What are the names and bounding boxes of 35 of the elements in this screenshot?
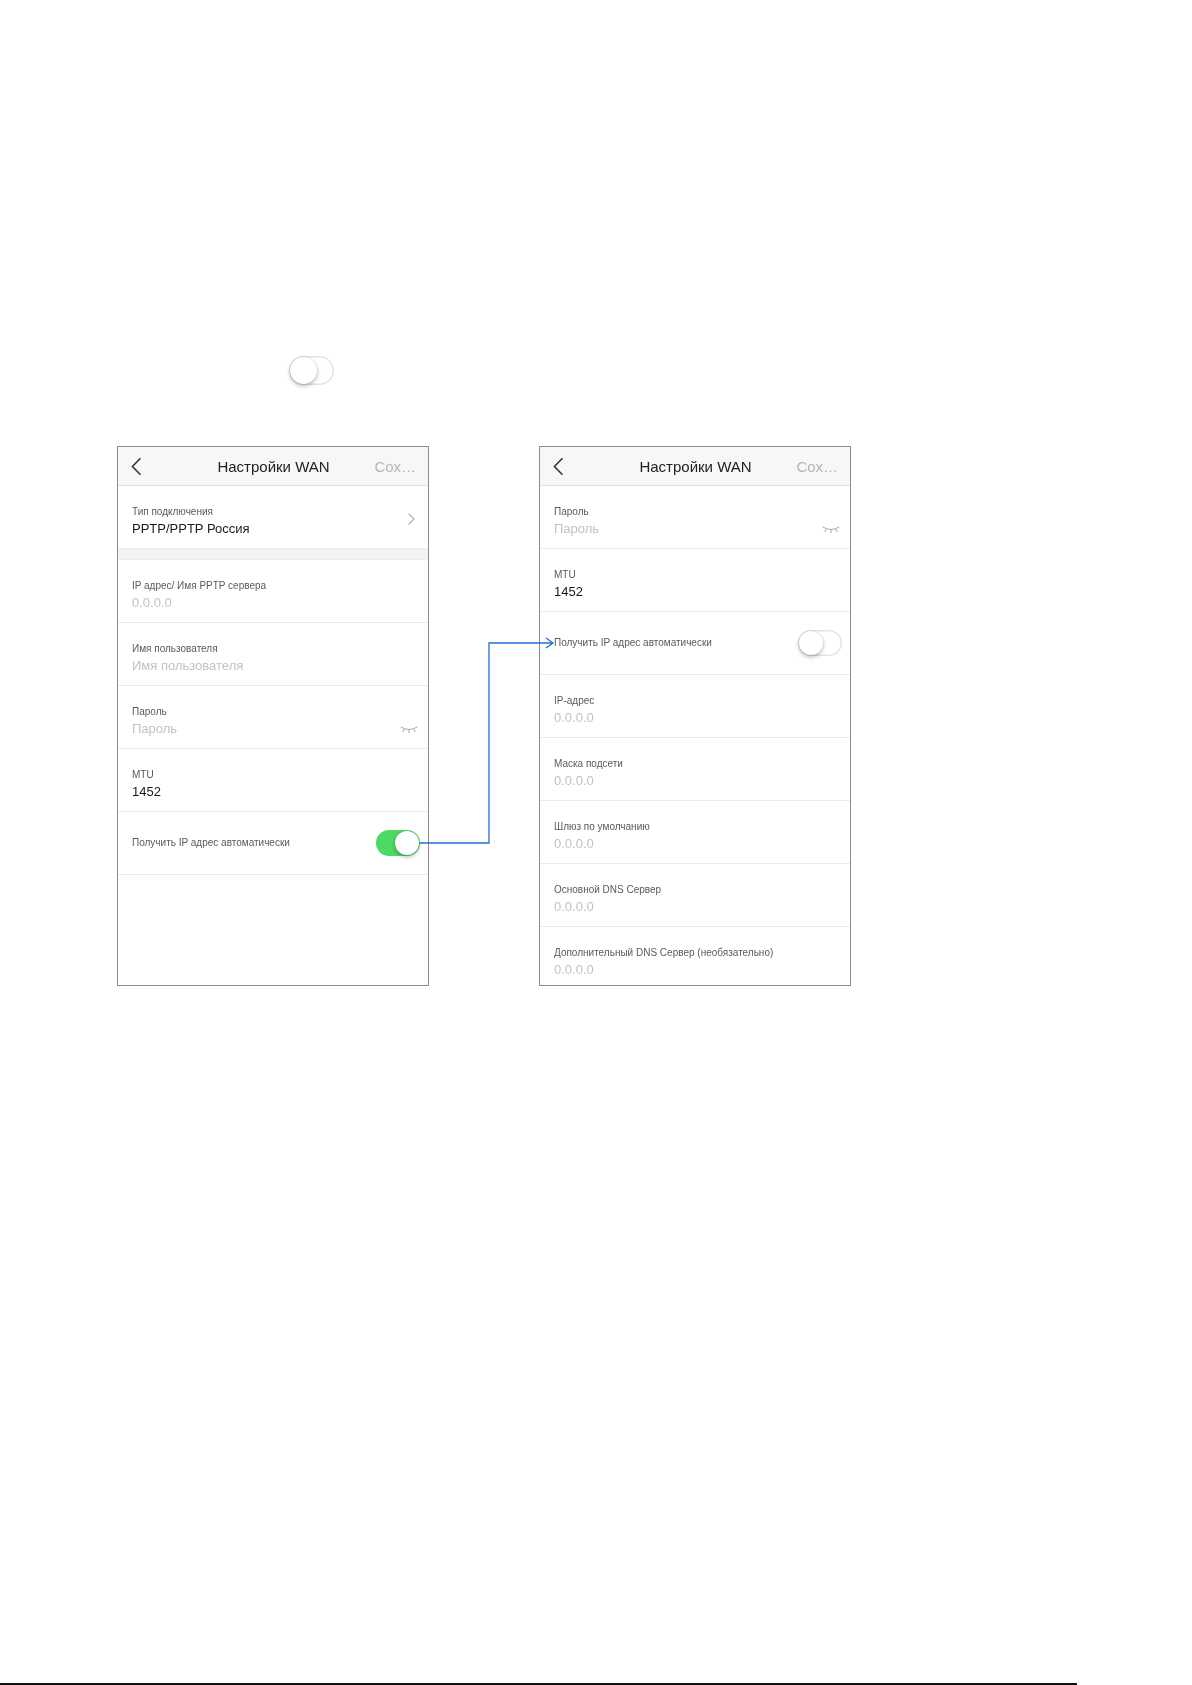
text-field[interactable]: 1452 [132, 783, 418, 801]
field-label: IP адрес/ Имя PPTP сервера [132, 579, 267, 593]
text-field[interactable]: 0.0.0.0 [554, 835, 840, 853]
back-icon[interactable] [553, 457, 563, 475]
text-field[interactable]: 0.0.0.0 [132, 594, 418, 612]
field-label: Маска подсети [554, 757, 623, 771]
text-field[interactable]: 1452 [554, 583, 840, 601]
closed-eye-icon[interactable] [400, 725, 418, 733]
field-label: Основной DNS Сервер [554, 883, 662, 897]
closed-eye-icon[interactable] [822, 525, 840, 533]
chevron-right-icon [408, 513, 415, 525]
field-label: Пароль [554, 505, 589, 519]
field-label: Дополнительный DNS Сервер (необязательно) [554, 946, 774, 960]
password-field[interactable]: Пароль [554, 520, 816, 538]
toggle-label: Получить IP адрес автоматически [554, 636, 712, 650]
toggle-switch[interactable] [798, 630, 842, 656]
select-value[interactable]: PPTP/PPTP Россия [132, 520, 250, 538]
text-field[interactable]: 0.0.0.0 [554, 961, 840, 979]
text-field[interactable]: 0.0.0.0 [554, 898, 840, 916]
back-icon[interactable] [131, 457, 141, 475]
toggle-label: Получить IP адрес автоматически [132, 836, 290, 850]
field-label: Пароль [132, 705, 167, 719]
screen-title: Настройки WAN [639, 457, 752, 475]
field-label: Шлюз по умолчанию [554, 820, 650, 834]
field-label: IP-адрес [554, 694, 595, 708]
screen-title: Настройки WAN [217, 457, 330, 475]
field-label: Тип подключения [132, 505, 213, 519]
field-label: MTU [132, 768, 154, 782]
field-label: Имя пользователя [132, 642, 218, 656]
toggle-switch[interactable] [376, 830, 420, 856]
password-field[interactable]: Пароль [132, 720, 394, 738]
text-field[interactable]: Имя пользователя [132, 657, 418, 675]
text-field[interactable]: 0.0.0.0 [554, 772, 840, 790]
text-field[interactable]: 0.0.0.0 [554, 709, 840, 727]
field-label: MTU [554, 568, 576, 582]
